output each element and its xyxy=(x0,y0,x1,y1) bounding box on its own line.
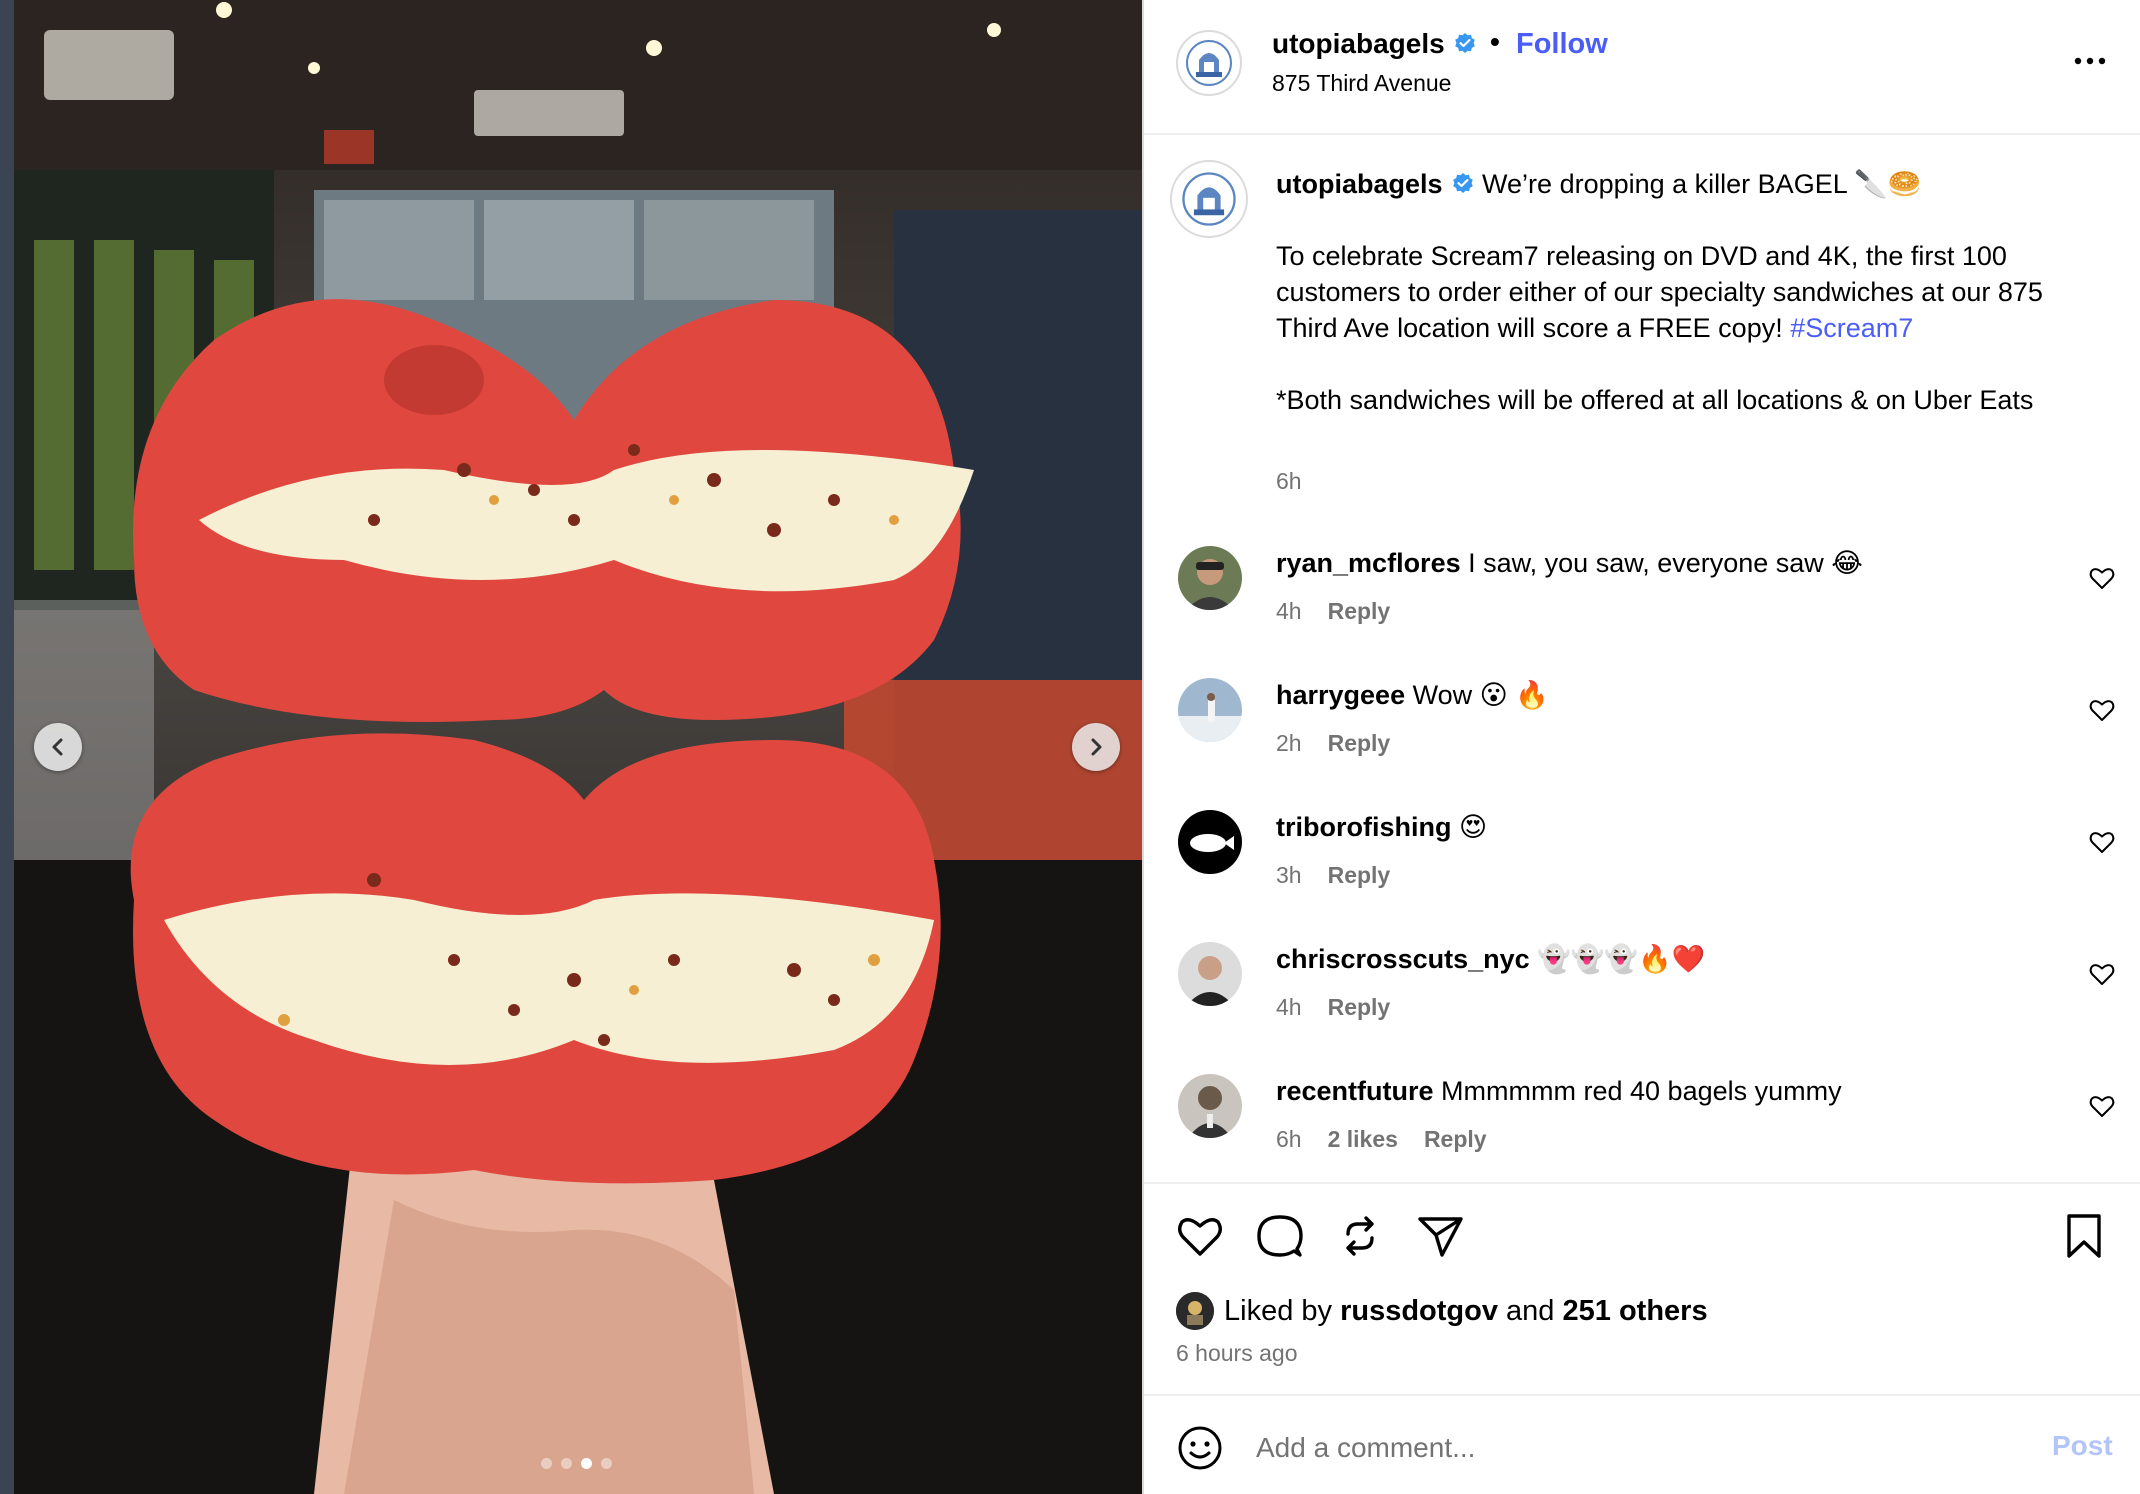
reply-button[interactable]: Reply xyxy=(1328,730,1391,757)
comment-bubble-icon[interactable] xyxy=(1254,1210,1306,1262)
caption-paragraph-2: To celebrate Scream7 releasing on DVD an… xyxy=(1276,241,2043,343)
comment-username[interactable]: chriscrosscuts_nyc xyxy=(1276,944,1530,974)
emoji-picker-icon[interactable] xyxy=(1176,1424,1224,1472)
avatar[interactable] xyxy=(1178,942,1242,1006)
chevron-left-icon xyxy=(52,738,63,756)
post-media[interactable] xyxy=(14,0,1142,1494)
caption-line-1: We’re dropping a killer BAGEL 🔪🥯 xyxy=(1482,169,1922,199)
slide-dot xyxy=(561,1458,572,1469)
liked-by-user[interactable]: russdotgov xyxy=(1340,1295,1498,1328)
header-separator: • xyxy=(1490,26,1500,57)
save-bookmark-icon[interactable] xyxy=(2058,1210,2110,1262)
utopia-bagels-logo-icon[interactable] xyxy=(1170,160,1248,238)
more-options-icon[interactable] xyxy=(2070,46,2110,76)
comment-item: chriscrosscuts_nyc 👻👻👻🔥❤️ 4h Reply xyxy=(1144,942,2140,1052)
add-comment-input[interactable] xyxy=(1256,1426,1976,1470)
comment-item: ryan_mcflores I saw, you saw, everyone s… xyxy=(1144,546,2140,656)
divider xyxy=(1144,1394,2140,1396)
heart-icon[interactable] xyxy=(2088,960,2116,988)
comment-item: triborofishing 😍 3h Reply xyxy=(1144,810,2140,920)
reply-button[interactable]: Reply xyxy=(1424,1126,1487,1153)
follow-button[interactable]: Follow xyxy=(1516,28,1608,61)
verified-badge-icon xyxy=(1452,173,1473,193)
likes-others-count[interactable]: 251 others xyxy=(1563,1295,1708,1328)
post-comment-button[interactable]: Post xyxy=(2052,1430,2113,1462)
comment-time[interactable]: 2h xyxy=(1276,730,1302,757)
post-actions-bar xyxy=(1144,1210,2140,1266)
comment-time[interactable]: 4h xyxy=(1276,994,1302,1021)
utopia-bagels-logo-icon[interactable] xyxy=(1176,30,1242,96)
comment-text: 👻👻👻🔥❤️ xyxy=(1537,944,1706,974)
hashtag-link[interactable]: #Scream7 xyxy=(1790,313,1913,343)
reply-button[interactable]: Reply xyxy=(1328,598,1391,625)
avatar[interactable] xyxy=(1178,810,1242,874)
post-location-link[interactable]: 875 Third Avenue xyxy=(1272,70,1451,97)
likes-summary[interactable]: Liked by russdotgov and 251 others xyxy=(1176,1292,1708,1330)
divider xyxy=(1144,1182,2140,1184)
caption-paragraph-3: *Both sandwiches will be offered at all … xyxy=(1276,385,2034,415)
avatar[interactable] xyxy=(1178,546,1242,610)
heart-icon[interactable] xyxy=(2088,564,2116,592)
comment-item: recentfuture Mmmmmm red 40 bagels yummy … xyxy=(1144,1074,2140,1184)
username-text[interactable]: utopiabagels xyxy=(1272,28,1445,59)
slide-dot-active xyxy=(581,1458,592,1469)
heart-icon[interactable] xyxy=(2088,828,2116,856)
comment-text: I saw, you saw, everyone saw 😂 xyxy=(1468,548,1863,578)
comment-text: 😍 xyxy=(1459,812,1488,842)
liked-by-prefix: Liked by xyxy=(1224,1294,1333,1327)
comment-text: Wow 😮 🔥 xyxy=(1412,680,1549,710)
slide-dot xyxy=(601,1458,612,1469)
avatar[interactable] xyxy=(1178,678,1242,742)
like-heart-icon[interactable] xyxy=(1174,1210,1226,1262)
share-send-icon[interactable] xyxy=(1414,1210,1466,1262)
caption-username[interactable]: utopiabagels xyxy=(1276,169,1443,199)
heart-icon[interactable] xyxy=(2088,1092,2116,1120)
chevron-right-icon xyxy=(1091,738,1102,756)
previous-slide-button[interactable] xyxy=(34,723,82,771)
comment-likes-count[interactable]: 2 likes xyxy=(1328,1126,1398,1153)
next-slide-button[interactable] xyxy=(1072,723,1120,771)
caption-text: utopiabagels We’re dropping a killer BAG… xyxy=(1276,166,2076,418)
post-author-username[interactable]: utopiabagels xyxy=(1272,28,1477,60)
browser-edge xyxy=(0,0,14,1494)
avatar[interactable] xyxy=(1176,1292,1214,1330)
post-photo xyxy=(14,0,1142,1494)
avatar[interactable] xyxy=(1178,1074,1242,1138)
comment-username[interactable]: triborofishing xyxy=(1276,812,1451,842)
caption-timestamp[interactable]: 6h xyxy=(1276,468,1302,495)
liked-by-and: and xyxy=(1506,1294,1555,1327)
post-details-panel: utopiabagels • Follow 875 Third Avenue u… xyxy=(1144,0,2140,1494)
verified-badge-icon xyxy=(1454,33,1475,53)
slide-dot xyxy=(541,1458,552,1469)
comment-time[interactable]: 6h xyxy=(1276,1126,1302,1153)
comment-time[interactable]: 4h xyxy=(1276,598,1302,625)
comment-username[interactable]: recentfuture xyxy=(1276,1076,1434,1106)
heart-icon[interactable] xyxy=(2088,696,2116,724)
comment-item: harrygeee Wow 😮 🔥 2h Reply xyxy=(1144,678,2140,788)
comment-text: Mmmmmm red 40 bagels yummy xyxy=(1441,1076,1842,1106)
repost-icon[interactable] xyxy=(1334,1210,1386,1262)
comment-time[interactable]: 3h xyxy=(1276,862,1302,889)
comment-username[interactable]: ryan_mcflores xyxy=(1276,548,1461,578)
slide-indicator xyxy=(541,1458,612,1469)
post-header: utopiabagels • Follow 875 Third Avenue xyxy=(1144,0,2140,135)
reply-button[interactable]: Reply xyxy=(1328,994,1391,1021)
reply-button[interactable]: Reply xyxy=(1328,862,1391,889)
post-timestamp[interactable]: 6 hours ago xyxy=(1176,1340,1297,1367)
comment-username[interactable]: harrygeee xyxy=(1276,680,1405,710)
